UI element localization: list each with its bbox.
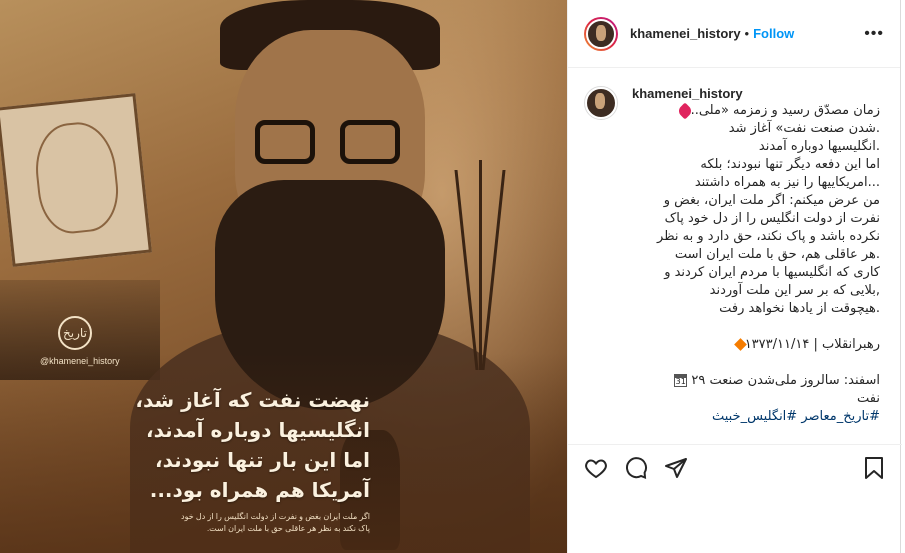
caption-avatar[interactable] [584,86,618,120]
calendar-icon: 31 [674,374,688,387]
caption-text: زمان مصدّق رسید و زمزمه «ملی.. .شدن صنعت… [632,102,880,426]
post-side-panel: khamenei_history • Follow ••• khamenei_h… [567,0,902,553]
caption: khamenei_history زمان مصدّق رسید و زمزمه… [584,86,884,426]
overlay-line: نهضت نفت که آغاز شد، [135,388,370,412]
share-icon[interactable] [664,456,688,480]
watermark-handle: @khamenei_history [40,356,120,366]
more-options-icon[interactable]: ••• [864,25,884,43]
action-bar [568,444,902,490]
bookmark-icon[interactable] [862,456,886,480]
sketch-portrait [0,93,152,267]
heart-icon[interactable] [584,456,608,480]
oil-derrick [454,160,506,370]
overlay-line: اما این بار تنها نبودند، [154,448,370,472]
hashtags-link[interactable]: #تاریخ_معاصر #انگلیس_خبیث [632,408,880,426]
avatar[interactable] [584,16,618,51]
overlay-line: انگلیسیها دوباره آمدند، [146,418,370,442]
post-image[interactable]: تاریخ @khamenei_history نهضت نفت که آغاز… [0,0,567,553]
overlay-small-text: اگر ملت ایران بغض و نفرت از دولت انگلیس … [181,512,370,533]
overlay-line: آمریکا هم همراه بود... [149,478,370,502]
separator-dot: • [744,26,750,41]
comment-icon[interactable] [624,456,648,480]
caption-source: رهبرانقلاب | ۱۳۷۳/۱۱/۱۴ [744,337,880,352]
post-username[interactable]: khamenei_history [630,26,741,41]
comments-area[interactable]: khamenei_history زمان مصدّق رسید و زمزمه… [568,68,900,444]
caption-date-line: اسفند: سالروز ملی‌شدن صنعت ۲۹ [691,373,880,388]
follow-button[interactable]: Follow [753,26,794,41]
caption-username[interactable]: khamenei_history [632,86,880,101]
post-header: khamenei_history • Follow ••• [568,0,900,68]
watermark-seal-icon: تاریخ [58,316,92,350]
image-overlay-text: نهضت نفت که آغاز شد، انگلیسیها دوباره آم… [40,385,370,535]
watermark: تاریخ @khamenei_history [40,316,120,366]
